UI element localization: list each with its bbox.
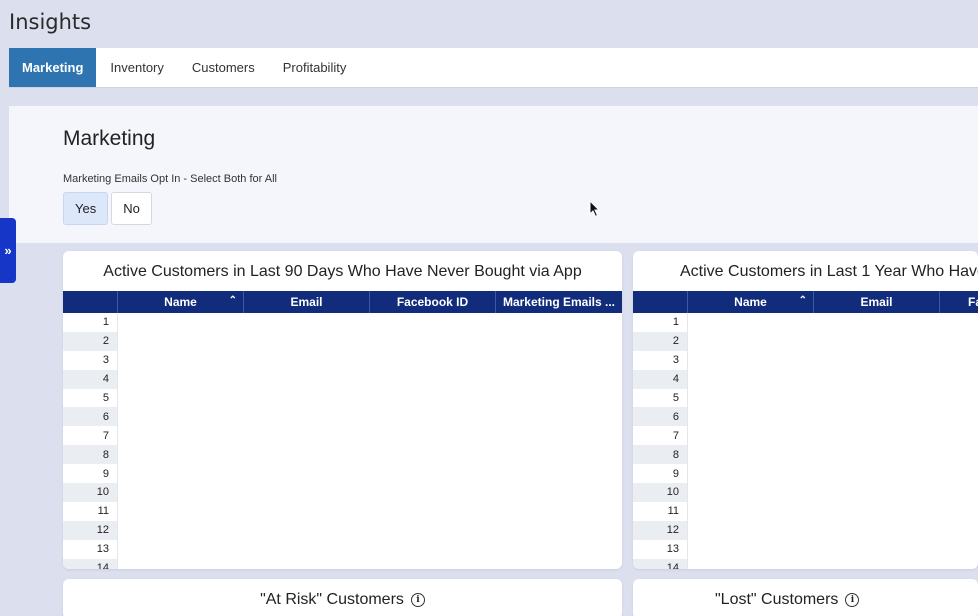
info-icon[interactable]: i: [410, 593, 425, 607]
column-header-email[interactable]: Email: [243, 291, 369, 313]
row-number: 6: [633, 407, 687, 427]
chevron-up-icon[interactable]: ⌃: [229, 295, 237, 306]
row-number: 11: [97, 505, 109, 518]
lost-customers-card: "Lost" Customers i: [633, 579, 978, 616]
marketing-filter-panel: Marketing Marketing Emails Opt In - Sele…: [9, 106, 978, 243]
row-number: 6: [63, 407, 117, 427]
chevron-up-icon[interactable]: ⌃: [799, 295, 807, 306]
never-bought-via-app-card: Active Customers in Last 90 Days Who Hav…: [63, 251, 622, 569]
grid-header: Name ⌃ Email Fa: [633, 291, 978, 313]
at-risk-customers-card: "At Risk" Customers i: [63, 579, 622, 616]
row-number: 14: [633, 558, 687, 569]
row-number: 1: [102, 316, 109, 329]
info-icon[interactable]: i: [845, 593, 860, 607]
row-number: 8: [63, 445, 117, 465]
row-number: 7: [102, 429, 109, 442]
column-header-facebook-id[interactable]: Facebook ID: [369, 291, 495, 313]
card-title: Active Customers in Last 1 Year Who Have: [680, 263, 978, 280]
card-title: "Lost" Customers: [715, 591, 839, 608]
row-number-header: [633, 291, 687, 313]
tab-bar: Marketing Inventory Customers Profitabil…: [9, 48, 978, 88]
card-title: "At Risk" Customers: [260, 591, 404, 608]
grid-header: Name ⌃ Email Facebook ID Marketing Email…: [63, 291, 622, 313]
row-number: 5: [672, 392, 679, 404]
tab-customers[interactable]: Customers: [178, 48, 269, 87]
column-header-email[interactable]: Email: [813, 291, 939, 313]
row-number: 2: [633, 331, 687, 351]
column-header-name[interactable]: Name ⌃: [117, 291, 243, 313]
row-number: 12: [63, 520, 117, 540]
row-numbers: 1 2 3 4 5 6 7 8 9 10 11 12 13 14: [633, 313, 687, 569]
grid-body[interactable]: [687, 313, 978, 569]
row-number: 2: [63, 331, 117, 351]
section-title: Marketing: [63, 127, 156, 150]
row-number: 10: [633, 483, 687, 502]
column-header-name[interactable]: Name ⌃: [687, 291, 813, 313]
row-numbers: 1 2 3 4 5 6 7 8 9 10 11 12 13 14: [63, 313, 117, 569]
row-number: 4: [633, 369, 687, 389]
row-number: 13: [666, 543, 679, 556]
row-number: 8: [633, 445, 687, 465]
column-header-marketing-emails[interactable]: Marketing Emails ...: [495, 291, 622, 313]
row-number: 5: [102, 392, 109, 404]
opt-in-filter-label: Marketing Emails Opt In - Select Both fo…: [63, 173, 277, 185]
row-number: 11: [667, 505, 679, 518]
row-number: 13: [96, 543, 109, 556]
opt-in-no-button[interactable]: No: [111, 192, 152, 225]
tab-inventory[interactable]: Inventory: [96, 48, 177, 87]
sidebar-toggle-button[interactable]: »: [0, 218, 16, 283]
tab-profitability[interactable]: Profitability: [269, 48, 361, 87]
row-number: 9: [672, 467, 679, 480]
row-number: 10: [63, 483, 117, 502]
row-number-header: [63, 291, 117, 313]
row-number: 3: [672, 354, 679, 367]
mouse-cursor-icon: [589, 200, 601, 218]
row-number: 14: [63, 558, 117, 569]
app-title: Insights: [9, 10, 92, 34]
column-header-facebook-id[interactable]: Fa: [939, 291, 978, 313]
active-last-year-card: Active Customers in Last 1 Year Who Have…: [633, 251, 978, 569]
card-title: Active Customers in Last 90 Days Who Hav…: [103, 263, 582, 280]
row-number: 7: [672, 429, 679, 442]
row-number: 1: [672, 316, 679, 329]
row-number: 4: [63, 369, 117, 389]
opt-in-button-group: Yes No: [63, 192, 152, 225]
grid-body[interactable]: [117, 313, 622, 569]
double-chevron-right-icon: »: [4, 243, 12, 258]
row-number: 12: [633, 520, 687, 540]
row-number: 3: [102, 354, 109, 367]
opt-in-yes-button[interactable]: Yes: [63, 192, 109, 225]
row-number: 9: [102, 467, 109, 480]
tab-marketing[interactable]: Marketing: [9, 48, 97, 87]
